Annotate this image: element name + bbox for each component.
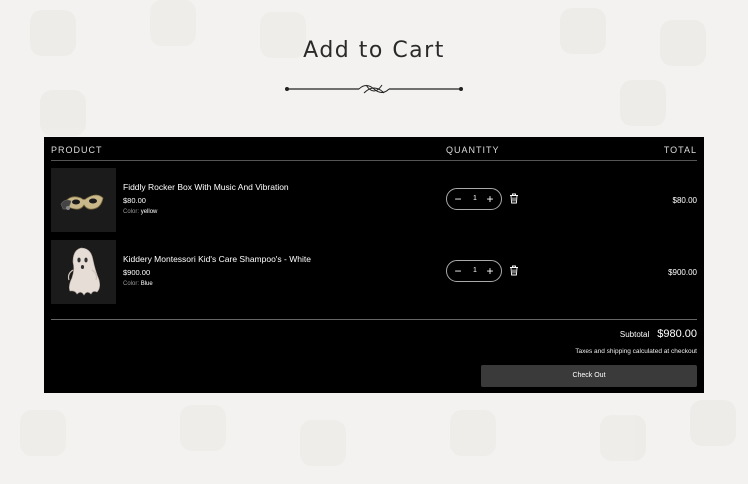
product-price: $900.00 xyxy=(123,268,151,277)
trash-icon[interactable] xyxy=(509,265,519,276)
product-name[interactable]: Kiddery Montessori Kid's Care Shampoo's … xyxy=(123,254,311,264)
decrease-quantity-button[interactable]: − xyxy=(450,263,466,279)
checkout-button[interactable]: Check Out xyxy=(481,365,697,387)
tax-note: Taxes and shipping calculated at checkou… xyxy=(575,348,697,355)
summary-divider xyxy=(51,319,697,320)
option-label: Color: xyxy=(123,281,140,287)
cart-item: Fiddly Rocker Box With Music And Vibrati… xyxy=(51,168,697,232)
decrease-quantity-button[interactable]: − xyxy=(450,191,466,207)
cart-header-row: PRODUCT QUANTITY TOTAL xyxy=(51,137,697,161)
ghost-costume-icon xyxy=(51,240,116,304)
line-total: $900.00 xyxy=(668,268,697,277)
product-option: Color: yellow xyxy=(123,209,157,215)
option-value: yellow xyxy=(140,209,158,215)
product-option: Color: Blue xyxy=(123,281,153,287)
cart-item: Kiddery Montessori Kid's Care Shampoo's … xyxy=(51,240,697,304)
quantity-stepper: − 1 + xyxy=(446,260,502,282)
option-label: Color: xyxy=(123,209,140,215)
decorative-divider xyxy=(285,84,463,94)
cart-panel: PRODUCT QUANTITY TOTAL Fiddly Rocker Box… xyxy=(44,137,704,393)
increase-quantity-button[interactable]: + xyxy=(482,263,498,279)
product-image[interactable] xyxy=(51,168,116,232)
subtotal-value: $980.00 xyxy=(657,328,697,340)
quantity-stepper: − 1 + xyxy=(446,188,502,210)
page-title: Add to Cart xyxy=(303,38,445,63)
subtotal-row: Subtotal $980.00 xyxy=(620,328,697,340)
subtotal-label: Subtotal xyxy=(619,330,650,339)
product-price: $80.00 xyxy=(123,196,146,205)
increase-quantity-button[interactable]: + xyxy=(482,191,498,207)
total-column-header: TOTAL xyxy=(663,145,697,155)
quantity-column-header: QUANTITY xyxy=(446,145,500,155)
product-image[interactable] xyxy=(51,240,116,304)
trash-icon[interactable] xyxy=(509,193,519,204)
option-value: Blue xyxy=(140,281,153,287)
quantity-value[interactable]: 1 xyxy=(467,267,483,274)
product-column-header: PRODUCT xyxy=(51,145,103,155)
line-total: $80.00 xyxy=(672,196,697,205)
quantity-value[interactable]: 1 xyxy=(467,195,483,202)
masquerade-mask-icon xyxy=(51,168,116,232)
product-name[interactable]: Fiddly Rocker Box With Music And Vibrati… xyxy=(123,182,289,192)
